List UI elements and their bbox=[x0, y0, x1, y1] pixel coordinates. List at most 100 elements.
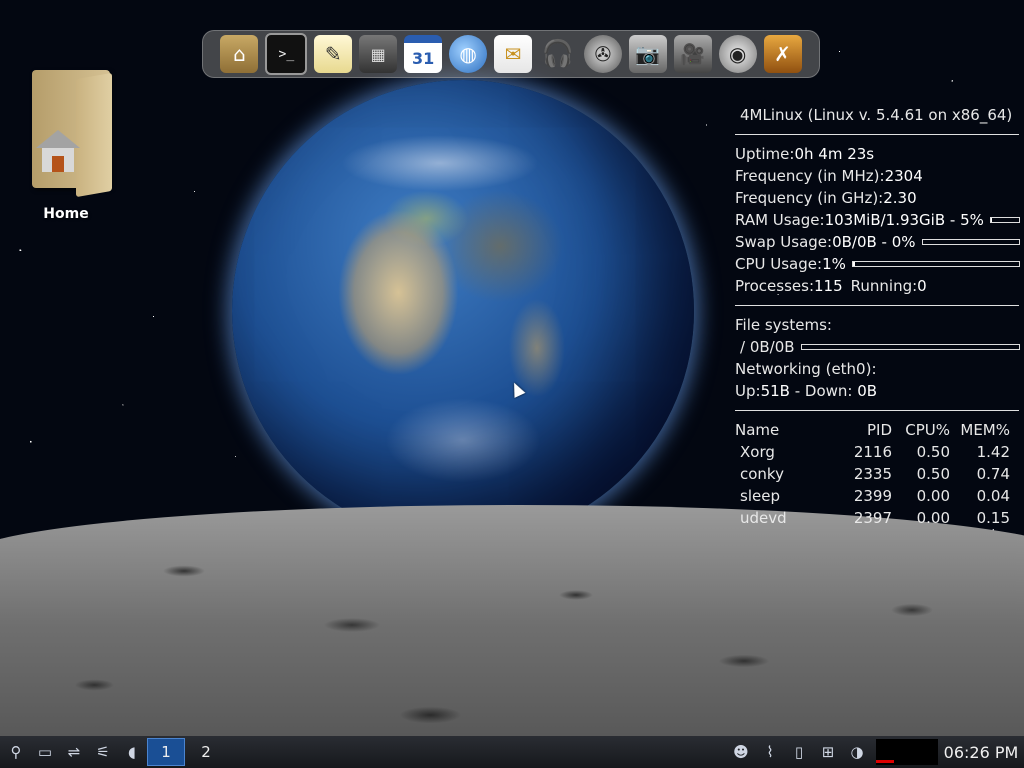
home-folder-icon bbox=[26, 70, 112, 198]
ram-usage-bar bbox=[989, 217, 1020, 223]
clipboard-icon[interactable]: ⌇ bbox=[757, 739, 783, 765]
col-cpu-header: CPU% bbox=[905, 421, 950, 439]
clock[interactable]: 06:26 PM bbox=[938, 743, 1024, 762]
uptime-label: Uptime: bbox=[735, 145, 795, 163]
conky-system-monitor: 4MLinux (Linux v. 5.4.61 on x86_64) Upti… bbox=[735, 104, 1020, 529]
fs-root-row: / 0B/0B bbox=[735, 336, 1020, 358]
freq-ghz-value: 2.30 bbox=[883, 189, 917, 207]
calendar-launcher-icon[interactable]: 31 bbox=[404, 35, 443, 73]
freq-mhz-label: Frequency (in MHz): bbox=[735, 167, 885, 185]
video-player-launcher-icon[interactable]: ✇ bbox=[583, 35, 622, 73]
proc-mem: 0.15 bbox=[976, 509, 1010, 527]
proc-mem: 0.74 bbox=[976, 465, 1010, 483]
screenshot-launcher-icon[interactable]: 📷 bbox=[628, 35, 667, 73]
table-row: conky 2335 0.50 0.74 bbox=[735, 463, 1010, 485]
home-launcher-icon[interactable]: ⌂ bbox=[220, 35, 259, 73]
divider bbox=[735, 410, 1019, 411]
show-desktop-icon[interactable]: ▭ bbox=[32, 739, 58, 765]
calculator-launcher-icon[interactable]: ▦ bbox=[359, 35, 398, 73]
fs-root-value: / 0B/0B bbox=[740, 338, 795, 356]
proc-pid: 2399 bbox=[853, 487, 892, 505]
proc-mem: 1.42 bbox=[976, 443, 1010, 461]
running-label: Running: bbox=[850, 277, 918, 295]
freq-mhz-value: 2304 bbox=[884, 167, 923, 185]
freq-ghz-label: Frequency (in GHz): bbox=[735, 189, 884, 207]
games-launcher-icon[interactable]: ✗ bbox=[763, 35, 802, 73]
network-icon[interactable]: ⊞ bbox=[815, 739, 841, 765]
processes-label: Processes: bbox=[735, 277, 814, 295]
proc-name: conky bbox=[740, 465, 784, 483]
proc-mem: 0.04 bbox=[976, 487, 1010, 505]
web-browser-launcher-icon[interactable]: ◍ bbox=[449, 35, 488, 73]
freq-mhz-row: Frequency (in MHz): 2304 bbox=[735, 165, 1020, 187]
ram-row: RAM Usage: 103MiB/1.93GiB - 5% bbox=[735, 209, 1020, 231]
freq-ghz-row: Frequency (in GHz): 2.30 bbox=[735, 187, 1020, 209]
table-row: sleep 2399 0.00 0.04 bbox=[735, 485, 1010, 507]
cpu-row: CPU Usage: 1% bbox=[735, 253, 1020, 275]
up-value: 51B bbox=[760, 382, 790, 400]
battery-icon[interactable]: ▯ bbox=[786, 739, 812, 765]
network-cable-icon[interactable]: ⚟ bbox=[90, 739, 116, 765]
swap-label: Swap Usage: bbox=[735, 233, 833, 251]
desktop[interactable]: Home ⌂ >_ ✎ ▦ 31 ◍ ✉ 🎧 ✇ 📷 🎥 ◉ ✗ 4MLinux… bbox=[0, 0, 1024, 736]
earth-wallpaper bbox=[232, 80, 694, 542]
table-row: udevd 2397 0.00 0.15 bbox=[735, 507, 1010, 529]
processes-value: 115 bbox=[814, 277, 843, 295]
networking-label: Networking (eth0): bbox=[735, 360, 877, 378]
cpu-label: CPU Usage: bbox=[735, 255, 823, 273]
proc-cpu: 0.00 bbox=[916, 509, 950, 527]
proc-name: sleep bbox=[740, 487, 780, 505]
workspace-1-button[interactable]: 1 bbox=[147, 738, 185, 766]
fs-usage-bar bbox=[800, 344, 1020, 350]
proc-cpu: 0.50 bbox=[916, 465, 950, 483]
table-row: Xorg 2116 0.50 1.42 bbox=[735, 441, 1010, 463]
down-value: 0B bbox=[857, 382, 878, 400]
divider bbox=[735, 134, 1019, 135]
cpu-graph-applet[interactable] bbox=[876, 739, 938, 765]
desktop-icon-home[interactable]: Home bbox=[26, 70, 112, 222]
processes-row: Processes: 115 Running: 0 bbox=[735, 275, 1020, 297]
proc-pid: 2397 bbox=[853, 509, 892, 527]
proc-pid: 2335 bbox=[853, 465, 892, 483]
terminal-launcher-icon[interactable]: >_ bbox=[265, 33, 308, 75]
ram-label: RAM Usage: bbox=[735, 211, 825, 229]
volume-icon[interactable]: ◑ bbox=[844, 739, 870, 765]
col-name-header: Name bbox=[735, 421, 780, 439]
desktop-icon-label: Home bbox=[43, 206, 89, 222]
uptime-value: 0h 4m 23s bbox=[794, 145, 875, 163]
proc-name: udevd bbox=[740, 509, 787, 527]
webcam-launcher-icon[interactable]: ◉ bbox=[718, 35, 757, 73]
audio-player-launcher-icon[interactable]: 🎧 bbox=[539, 35, 577, 73]
app-dock: ⌂ >_ ✎ ▦ 31 ◍ ✉ 🎧 ✇ 📷 🎥 ◉ ✗ bbox=[202, 30, 820, 78]
divider bbox=[735, 305, 1019, 306]
swap-row: Swap Usage: 0B/0B - 0% bbox=[735, 231, 1020, 253]
running-value: 0 bbox=[917, 277, 927, 295]
cpu-value: 1% bbox=[822, 255, 846, 273]
net-label-row: Networking (eth0): bbox=[735, 358, 1020, 380]
speaker-icon[interactable]: ◖ bbox=[119, 739, 145, 765]
swap-usage-bar bbox=[921, 239, 1020, 245]
process-table-header: Name PID CPU% MEM% bbox=[735, 419, 1010, 441]
start-menu-icon[interactable]: ⚲ bbox=[3, 739, 29, 765]
down-label: - Down: bbox=[789, 382, 858, 400]
usb-icon[interactable]: ⇌ bbox=[61, 739, 87, 765]
taskbar: ⚲ ▭ ⇌ ⚟ ◖ 1 2 ☻ ⌇ ▯ ⊞ ◑ 06:26 PM bbox=[0, 736, 1024, 768]
text-editor-launcher-icon[interactable]: ✎ bbox=[314, 35, 353, 73]
uptime-row: Uptime: 0h 4m 23s bbox=[735, 143, 1020, 165]
proc-name: Xorg bbox=[740, 443, 775, 461]
proc-cpu: 0.00 bbox=[916, 487, 950, 505]
fs-label-row: File systems: bbox=[735, 314, 1020, 336]
video-camera-launcher-icon[interactable]: 🎥 bbox=[673, 35, 712, 73]
cpu-usage-bar bbox=[851, 261, 1020, 267]
filesystems-label: File systems: bbox=[735, 316, 832, 334]
ram-value: 103MiB/1.93GiB - 5% bbox=[824, 211, 984, 229]
up-label: Up: bbox=[735, 382, 761, 400]
process-table: Name PID CPU% MEM% Xorg 2116 0.50 1.42 c… bbox=[735, 419, 1010, 529]
workspace-2-button[interactable]: 2 bbox=[187, 738, 225, 766]
conky-title: 4MLinux (Linux v. 5.4.61 on x86_64) bbox=[740, 106, 1013, 124]
proc-pid: 2116 bbox=[853, 443, 892, 461]
user-icon[interactable]: ☻ bbox=[728, 739, 754, 765]
swap-value: 0B/0B - 0% bbox=[832, 233, 916, 251]
mail-launcher-icon[interactable]: ✉ bbox=[493, 35, 532, 73]
col-mem-header: MEM% bbox=[960, 421, 1010, 439]
